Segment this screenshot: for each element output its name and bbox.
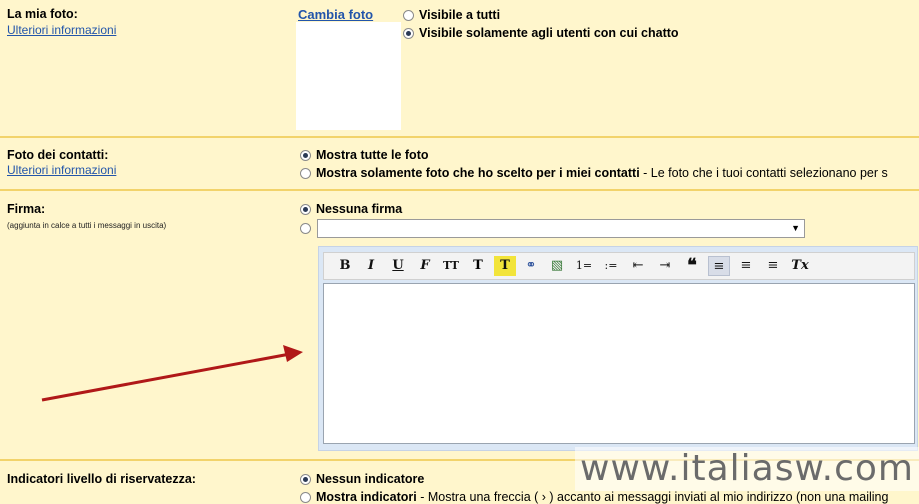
underline-icon[interactable]: U	[387, 256, 409, 276]
contacts-more-info-link[interactable]: Ulteriori informazioni	[7, 163, 116, 177]
separator	[0, 189, 919, 191]
photo-more-info-link[interactable]: Ulteriori informazioni	[7, 23, 116, 37]
signature-none[interactable]: Nessuna firma	[300, 202, 402, 216]
signature-label: Firma:	[7, 202, 46, 216]
signature-custom-radio[interactable]	[300, 221, 316, 235]
bold-icon[interactable]: B	[334, 256, 356, 276]
annotation-arrow-icon	[41, 345, 303, 402]
numbered-list-icon[interactable]: 1=	[573, 256, 595, 276]
indent-icon[interactable]: ⇥	[654, 256, 676, 276]
text-color-icon[interactable]: T	[467, 256, 489, 276]
radio-icon[interactable]	[403, 10, 414, 21]
editor-toolbar: B I U F TT T T ⚭ ▧ 1= := ⇤ ⇥ ❝ ≡ ≡ ≡ Tx	[323, 252, 915, 280]
signature-note: (aggiunta in calce a tutti i messaggi in…	[7, 221, 167, 230]
signature-editor: B I U F TT T T ⚭ ▧ 1= := ⇤ ⇥ ❝ ≡ ≡ ≡ Tx	[318, 246, 918, 451]
quote-icon[interactable]: ❝	[681, 256, 703, 276]
font-icon[interactable]: F	[414, 256, 436, 276]
arrow-shaft	[41, 352, 291, 402]
remove-formatting-icon[interactable]: Tx	[789, 256, 811, 276]
link-icon[interactable]: ⚭	[520, 256, 542, 276]
dropdown-caret-icon: ▼	[791, 223, 800, 233]
photo-visibility-chat[interactable]: Visibile solamente agli utenti con cui c…	[403, 26, 679, 40]
radio-selected-icon[interactable]	[300, 474, 311, 485]
privacy-show-indicators[interactable]: Mostra indicatori - Mostra una freccia (…	[300, 490, 888, 504]
radio-selected-icon[interactable]	[300, 150, 311, 161]
radio-selected-icon[interactable]	[403, 28, 414, 39]
contacts-photo-label: Foto dei contatti:	[7, 148, 109, 162]
align-right-icon[interactable]: ≡	[762, 256, 784, 276]
font-size-icon[interactable]: TT	[440, 256, 462, 276]
contacts-show-all[interactable]: Mostra tutte le foto	[300, 148, 429, 162]
change-photo-link[interactable]: Cambia foto	[298, 7, 373, 22]
highlight-color-icon[interactable]: T	[494, 256, 516, 276]
photo-label: La mia foto:	[7, 7, 78, 21]
photo-visibility-all[interactable]: Visibile a tutti	[403, 8, 500, 22]
contacts-show-chosen[interactable]: Mostra solamente foto che ho scelto per …	[300, 166, 888, 180]
arrow-head	[283, 345, 303, 362]
outdent-icon[interactable]: ⇤	[627, 256, 649, 276]
align-center-icon[interactable]: ≡	[735, 256, 757, 276]
privacy-indicators-label: Indicatori livello di riservatezza:	[7, 472, 196, 486]
image-icon[interactable]: ▧	[546, 256, 568, 276]
signature-account-select[interactable]: ▼	[317, 219, 805, 238]
profile-photo	[296, 22, 401, 130]
align-left-icon[interactable]: ≡	[708, 256, 730, 276]
separator	[0, 136, 919, 138]
radio-icon[interactable]	[300, 168, 311, 179]
signature-text-area[interactable]	[323, 283, 915, 444]
bulleted-list-icon[interactable]: :=	[600, 256, 622, 276]
watermark: www.italiasw.com	[575, 447, 919, 491]
privacy-no-indicator[interactable]: Nessun indicatore	[300, 472, 424, 486]
italic-icon[interactable]: I	[360, 256, 382, 276]
radio-selected-icon[interactable]	[300, 204, 311, 215]
radio-icon[interactable]	[300, 223, 311, 234]
